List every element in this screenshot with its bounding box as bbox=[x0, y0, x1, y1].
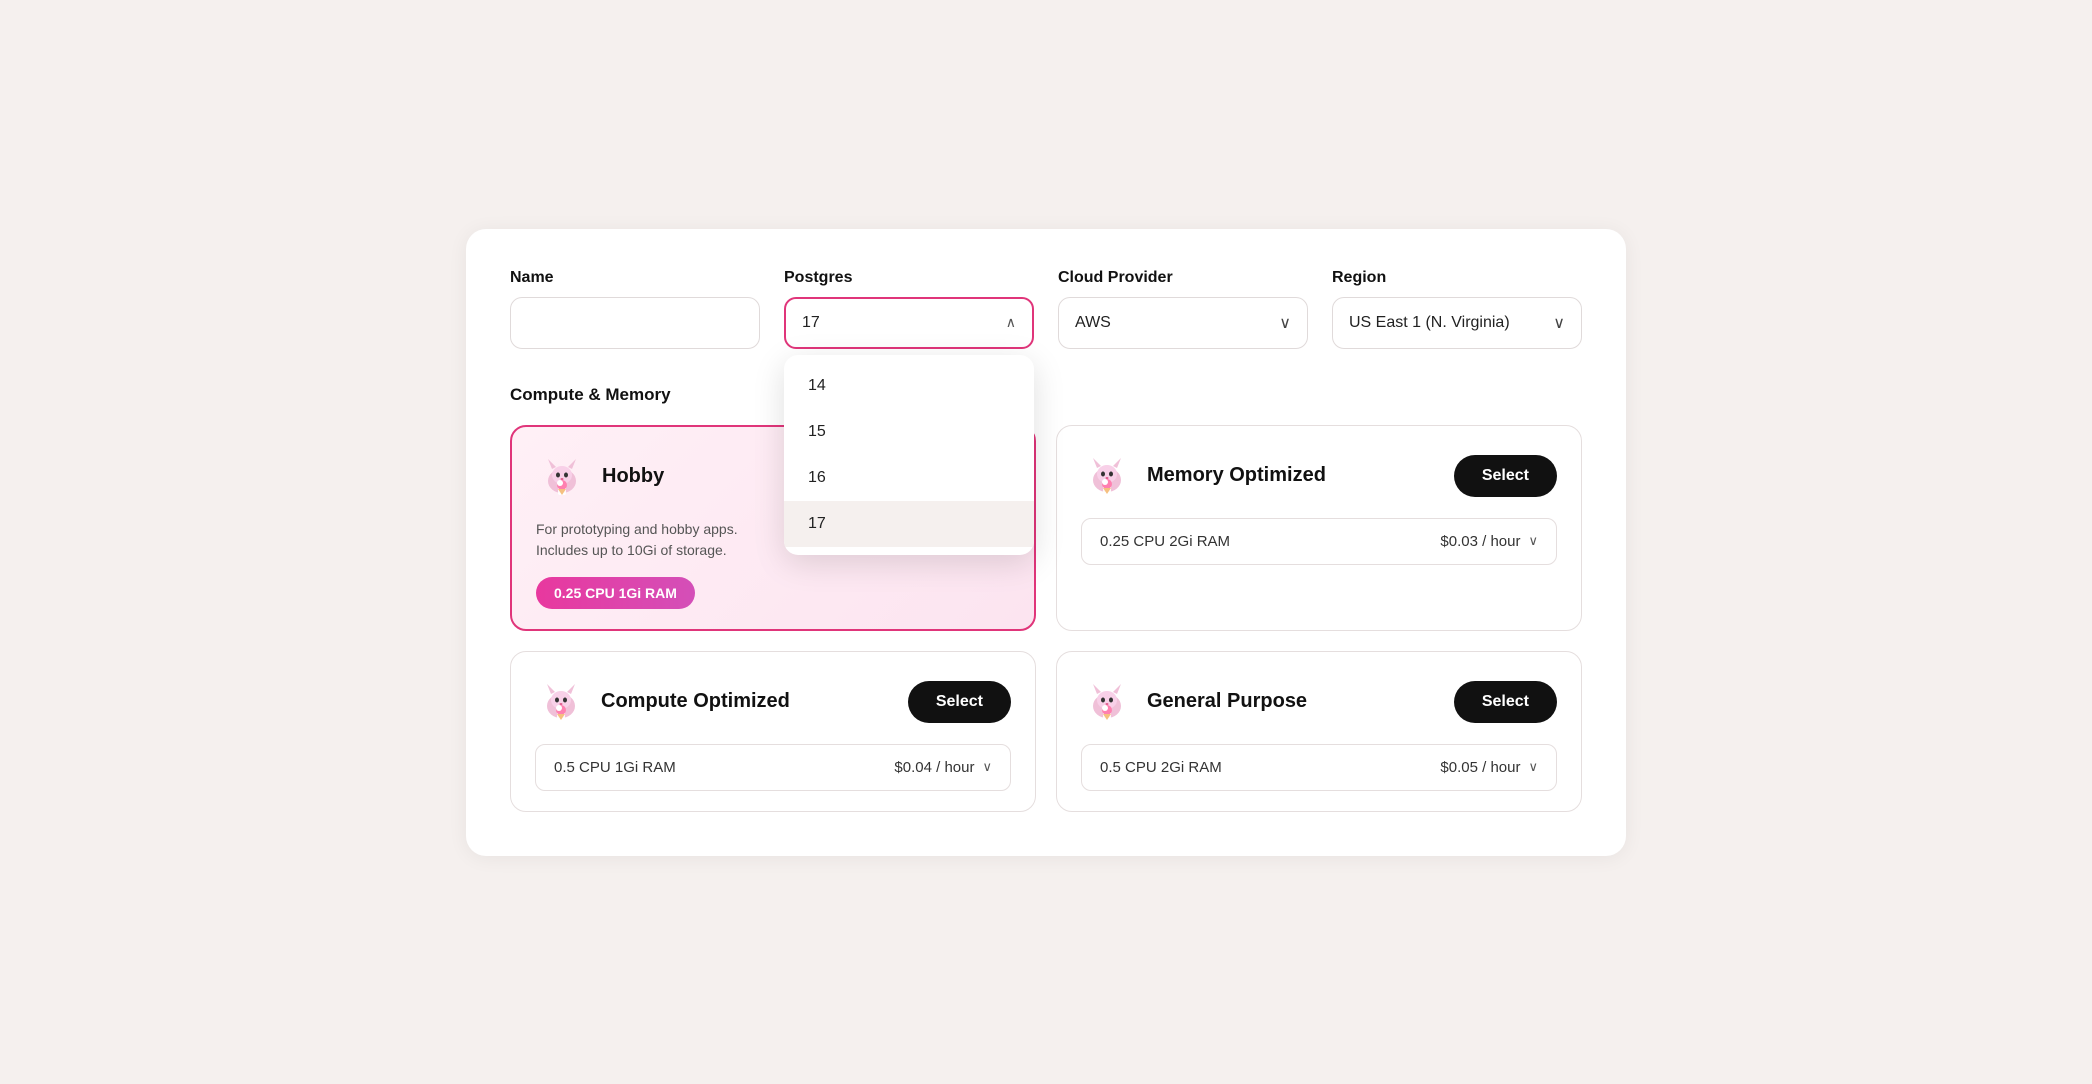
compute-optimized-price-row: $0.04 / hour ∨ bbox=[894, 759, 992, 776]
postgres-option-14[interactable]: 14 bbox=[784, 363, 1034, 409]
region-field-group: Region US East 1 (N. Virginia) ∨ bbox=[1332, 269, 1582, 349]
region-select[interactable]: US East 1 (N. Virginia) ∨ bbox=[1332, 297, 1582, 349]
cloud-provider-label: Cloud Provider bbox=[1058, 269, 1308, 287]
chevron-down-icon-region: ∨ bbox=[1553, 313, 1565, 333]
hobby-card-name: Hobby bbox=[602, 465, 664, 488]
compute-optimized-card: Compute Optimized Select 0.5 CPU 1Gi RAM… bbox=[510, 651, 1036, 812]
compute-optimized-specs-row[interactable]: 0.5 CPU 1Gi RAM $0.04 / hour ∨ bbox=[535, 744, 1011, 791]
general-purpose-card-bottom: 0.5 CPU 2Gi RAM $0.05 / hour ∨ bbox=[1081, 744, 1557, 791]
general-purpose-select-button[interactable]: Select bbox=[1454, 681, 1557, 723]
cloud-provider-select[interactable]: AWS ∨ bbox=[1058, 297, 1308, 349]
name-label: Name bbox=[510, 269, 760, 287]
postgres-dropdown: 17 ∧ 14 15 16 17 bbox=[784, 297, 1034, 349]
top-row: Name Postgres 17 ∧ 14 15 16 17 Cloud Pr bbox=[510, 269, 1582, 349]
postgres-select-button[interactable]: 17 ∧ bbox=[784, 297, 1034, 349]
general-purpose-card-left: General Purpose bbox=[1081, 676, 1307, 728]
postgres-option-17[interactable]: 17 bbox=[784, 501, 1034, 547]
compute-optimized-select-button[interactable]: Select bbox=[908, 681, 1011, 723]
memory-optimized-card-name: Memory Optimized bbox=[1147, 464, 1326, 487]
compute-optimized-specs-text: 0.5 CPU 1Gi RAM bbox=[554, 759, 676, 776]
memory-optimized-card: Memory Optimized Select 0.25 CPU 2Gi RAM… bbox=[1056, 425, 1582, 631]
postgres-label: Postgres bbox=[784, 269, 1034, 287]
general-purpose-price-text: $0.05 / hour bbox=[1440, 759, 1520, 776]
postgres-selected-value: 17 bbox=[802, 314, 820, 332]
general-purpose-animal-icon bbox=[1081, 676, 1133, 728]
memory-optimized-price-row: $0.03 / hour ∨ bbox=[1440, 533, 1538, 550]
cloud-provider-field-group: Cloud Provider AWS ∨ bbox=[1058, 269, 1308, 349]
memory-optimized-specs-row[interactable]: 0.25 CPU 2Gi RAM $0.03 / hour ∨ bbox=[1081, 518, 1557, 565]
hobby-cpu-badge: 0.25 CPU 1Gi RAM bbox=[536, 577, 695, 609]
compute-optimized-card-bottom: 0.5 CPU 1Gi RAM $0.04 / hour ∨ bbox=[535, 744, 1011, 791]
hobby-card-left: Hobby bbox=[536, 451, 664, 503]
postgres-option-15[interactable]: 15 bbox=[784, 409, 1034, 455]
memory-optimized-card-bottom: 0.25 CPU 2Gi RAM $0.03 / hour ∨ bbox=[1081, 518, 1557, 565]
chevron-down-icon-general: ∨ bbox=[1528, 759, 1538, 775]
cloud-selected-value: AWS bbox=[1075, 314, 1111, 332]
memory-optimized-specs-text: 0.25 CPU 2Gi RAM bbox=[1100, 533, 1230, 550]
memory-optimized-select-button[interactable]: Select bbox=[1454, 455, 1557, 497]
name-input[interactable] bbox=[510, 297, 760, 349]
memory-optimized-price-text: $0.03 / hour bbox=[1440, 533, 1520, 550]
general-purpose-specs-row[interactable]: 0.5 CPU 2Gi RAM $0.05 / hour ∨ bbox=[1081, 744, 1557, 791]
compute-optimized-card-name: Compute Optimized bbox=[601, 690, 790, 713]
memory-optimized-card-top: Memory Optimized Select bbox=[1081, 450, 1557, 502]
region-selected-value: US East 1 (N. Virginia) bbox=[1349, 314, 1510, 332]
chevron-down-icon-cloud: ∨ bbox=[1279, 313, 1291, 333]
memory-optimized-animal-icon bbox=[1081, 450, 1133, 502]
general-purpose-card: General Purpose Select 0.5 CPU 2Gi RAM $… bbox=[1056, 651, 1582, 812]
general-purpose-specs-text: 0.5 CPU 2Gi RAM bbox=[1100, 759, 1222, 776]
compute-optimized-animal-icon bbox=[535, 676, 587, 728]
chevron-up-icon: ∧ bbox=[1006, 314, 1016, 331]
postgres-option-16[interactable]: 16 bbox=[784, 455, 1034, 501]
compute-optimized-card-top: Compute Optimized Select bbox=[535, 676, 1011, 728]
hobby-animal-icon bbox=[536, 451, 588, 503]
compute-cards-grid: Hobby For prototyping and hobby apps.Inc… bbox=[510, 425, 1582, 812]
main-card: Name Postgres 17 ∧ 14 15 16 17 Cloud Pr bbox=[466, 229, 1626, 856]
name-field-group: Name bbox=[510, 269, 760, 349]
compute-section-title: Compute & Memory bbox=[510, 385, 1582, 405]
compute-optimized-card-left: Compute Optimized bbox=[535, 676, 790, 728]
general-purpose-card-top: General Purpose Select bbox=[1081, 676, 1557, 728]
region-label: Region bbox=[1332, 269, 1582, 287]
chevron-down-icon-compute: ∨ bbox=[982, 759, 992, 775]
chevron-down-icon-memory: ∨ bbox=[1528, 533, 1538, 549]
general-purpose-price-row: $0.05 / hour ∨ bbox=[1440, 759, 1538, 776]
memory-optimized-card-left: Memory Optimized bbox=[1081, 450, 1326, 502]
compute-optimized-price-text: $0.04 / hour bbox=[894, 759, 974, 776]
general-purpose-card-name: General Purpose bbox=[1147, 690, 1307, 713]
postgres-dropdown-menu: 14 15 16 17 bbox=[784, 355, 1034, 555]
postgres-field-group: Postgres 17 ∧ 14 15 16 17 bbox=[784, 269, 1034, 349]
